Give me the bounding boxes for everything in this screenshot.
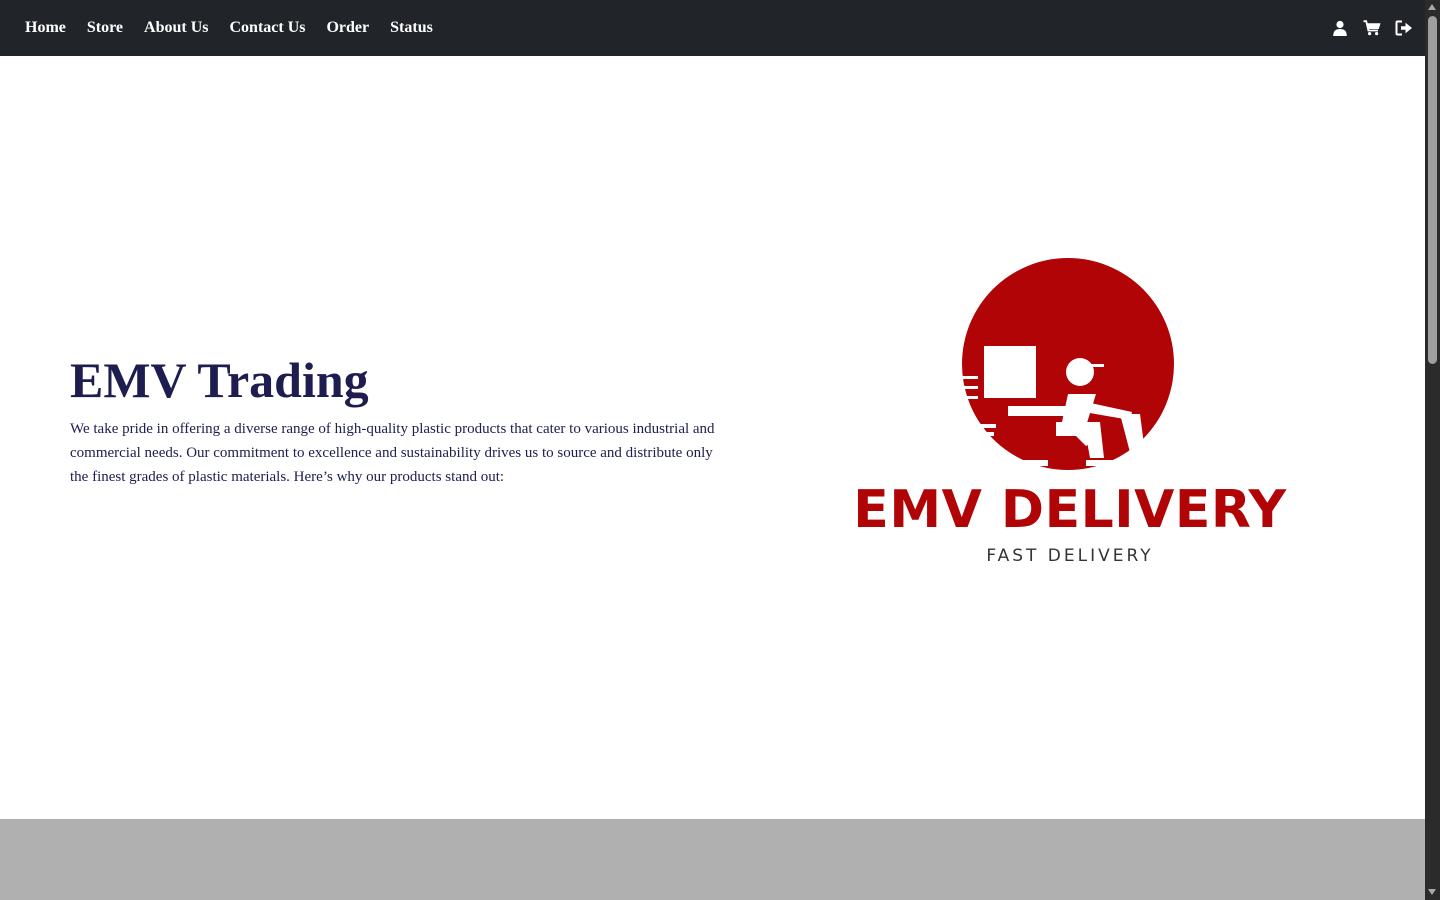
nav-link-status[interactable]: Status bbox=[390, 19, 433, 37]
scroll-up-arrow-icon[interactable] bbox=[1428, 4, 1436, 10]
top-navbar: Home Store About Us Contact Us Order Sta… bbox=[0, 0, 1425, 56]
nav-link-contact-us[interactable]: Contact Us bbox=[229, 19, 305, 37]
delivery-rider-emblem-icon bbox=[956, 258, 1174, 470]
hero-section: EMV Trading We take pride in offering a … bbox=[0, 56, 1425, 819]
hero-description: We take pride in offering a diverse rang… bbox=[70, 421, 715, 485]
cart-icon[interactable] bbox=[1363, 19, 1381, 37]
nav-links: Home Store About Us Contact Us Order Sta… bbox=[25, 19, 454, 37]
nav-link-home[interactable]: Home bbox=[25, 19, 66, 37]
scroll-down-arrow-icon[interactable] bbox=[1428, 889, 1436, 895]
scrollbar[interactable] bbox=[1425, 0, 1440, 900]
nav-icons bbox=[1317, 19, 1413, 37]
scrollbar-thumb[interactable] bbox=[1428, 16, 1437, 364]
nav-link-order[interactable]: Order bbox=[326, 19, 369, 37]
nav-link-store[interactable]: Store bbox=[87, 19, 123, 37]
logout-icon[interactable] bbox=[1395, 19, 1413, 37]
emv-delivery-logo: EMV DELIVERY FAST DELIVERY bbox=[850, 246, 1290, 586]
logo-tagline: FAST DELIVERY bbox=[986, 546, 1154, 566]
user-icon[interactable] bbox=[1331, 19, 1349, 37]
hero-title: EMV Trading bbox=[70, 352, 369, 408]
nav-link-about-us[interactable]: About Us bbox=[144, 19, 208, 37]
logo-wordmark: EMV DELIVERY bbox=[853, 480, 1287, 540]
footer-band bbox=[0, 819, 1425, 900]
